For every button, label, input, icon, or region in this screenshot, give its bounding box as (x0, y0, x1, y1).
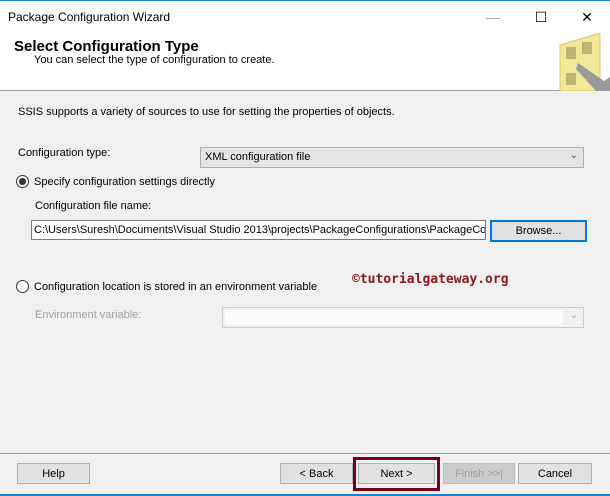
window-title: Package Configuration Wizard (8, 10, 171, 24)
finish-button[interactable]: Finish >>| (443, 463, 515, 484)
chevron-down-icon: ⌄ (569, 310, 578, 321)
wizard-header: Select Configuration Type You can select… (0, 31, 610, 91)
env-var-value (225, 310, 563, 325)
file-name-input[interactable]: C:\Users\Suresh\Documents\Visual Studio … (31, 220, 486, 240)
next-button[interactable]: Next > (358, 463, 435, 484)
title-bar: Package Configuration Wizard — ☐ ✕ (0, 0, 610, 31)
file-name-label: Configuration file name: (35, 200, 152, 212)
help-button[interactable]: Help (17, 463, 90, 484)
wizard-wrench-icon (559, 33, 610, 91)
radio-specify-directly[interactable] (16, 175, 29, 188)
env-var-label: Environment variable: (35, 309, 142, 321)
page-title: Select Configuration Type (14, 38, 199, 55)
radio-environment-variable-label: Configuration location is stored in an e… (34, 281, 318, 293)
page-subtitle: You can select the type of configuration… (34, 54, 275, 66)
radio-environment-variable[interactable] (16, 280, 29, 293)
minimize-button[interactable]: — (470, 5, 516, 29)
back-button[interactable]: < Back (280, 463, 353, 484)
env-var-select[interactable]: ⌄ (222, 307, 584, 328)
config-type-select[interactable]: XML configuration file ⌄ (200, 147, 584, 168)
close-button[interactable]: ✕ (564, 5, 610, 29)
chevron-down-icon: ⌄ (569, 150, 578, 161)
intro-text: SSIS supports a variety of sources to us… (18, 106, 395, 118)
config-type-label: Configuration type: (18, 147, 111, 159)
watermark: ©tutorialgateway.org (352, 272, 509, 287)
config-type-value: XML configuration file (205, 151, 311, 163)
browse-button[interactable]: Browse... (490, 220, 587, 242)
maximize-button[interactable]: ☐ (518, 5, 564, 29)
footer-divider (0, 453, 610, 454)
cancel-button[interactable]: Cancel (518, 463, 592, 484)
radio-specify-directly-label: Specify configuration settings directly (34, 176, 215, 188)
